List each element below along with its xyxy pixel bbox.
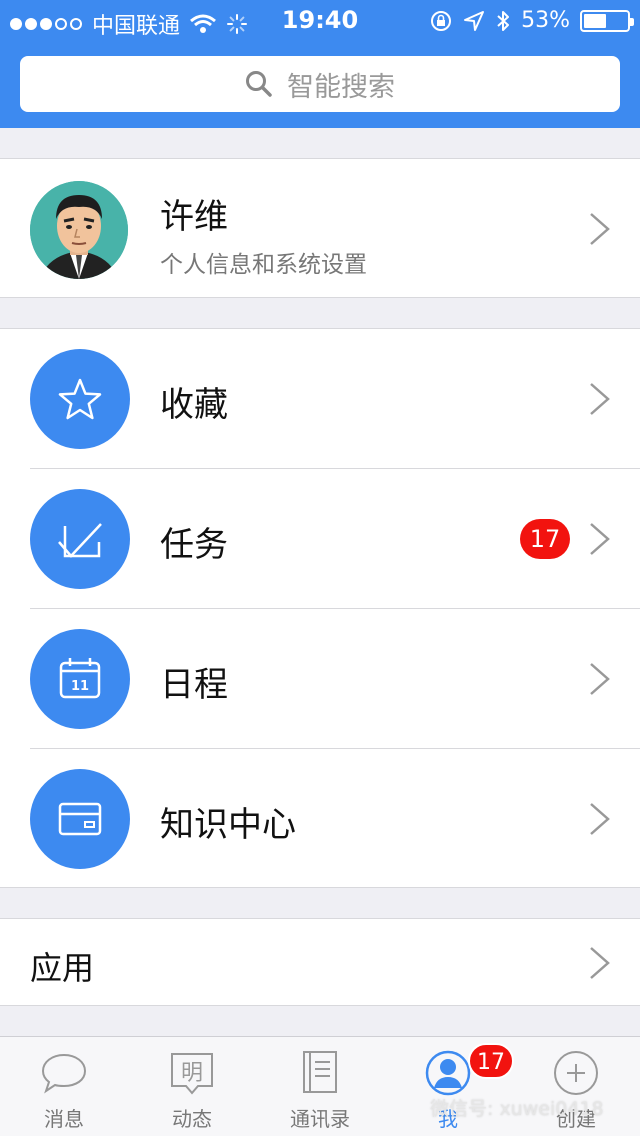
menu-item-label: 收藏	[160, 385, 228, 425]
chat-bubble-icon	[41, 1053, 87, 1094]
menu-item-tasks[interactable]: 任务 17	[0, 469, 640, 609]
menu-item-schedule[interactable]: 11 日程	[0, 609, 640, 749]
menu-item-label: 日程	[160, 665, 228, 705]
chevron-right-icon	[590, 803, 610, 835]
tab-feed[interactable]: 明 动态	[128, 1037, 256, 1136]
star-icon	[30, 349, 130, 449]
tab-create[interactable]: 创建	[512, 1037, 640, 1136]
chevron-right-icon	[590, 947, 610, 979]
calendar-day-label: 11	[71, 679, 89, 694]
card-icon	[30, 769, 130, 869]
chevron-right-icon	[590, 213, 610, 245]
tab-label: 消息	[44, 1107, 84, 1131]
tab-bar: 消息 明 动态 通讯录 我 17 创建	[0, 1036, 640, 1136]
person-icon	[425, 1050, 471, 1096]
battery-percent: 53%	[521, 8, 570, 33]
location-arrow-icon	[464, 10, 485, 31]
search-icon	[246, 71, 272, 97]
tab-me[interactable]: 我 17	[384, 1037, 514, 1136]
me-tab-badge: 17	[468, 1043, 514, 1079]
contacts-book-icon	[303, 1051, 337, 1093]
menu-item-knowledge-center[interactable]: 知识中心	[0, 749, 640, 889]
task-check-icon	[30, 489, 130, 589]
battery-icon	[580, 9, 634, 32]
profile-row[interactable]: 许维 个人信息和系统设置	[0, 158, 640, 298]
menu-list: 收藏 任务 17 11 日程 知识中心	[0, 328, 640, 888]
search-input[interactable]: 智能搜索	[20, 56, 620, 112]
rotation-lock-icon	[431, 10, 452, 31]
profile-name: 许维	[160, 197, 228, 237]
feed-icon-glyph: 明	[181, 1061, 203, 1086]
tab-label: 通讯录	[290, 1107, 350, 1131]
search-placeholder: 智能搜索	[287, 71, 395, 103]
wechat-watermark: 微信号: xuwei0418	[430, 1098, 604, 1120]
bluetooth-icon	[497, 10, 510, 31]
menu-item-label: 任务	[160, 525, 228, 565]
avatar	[30, 181, 128, 279]
tasks-count-badge: 17	[520, 519, 570, 559]
feed-icon: 明	[171, 1053, 213, 1095]
apps-row[interactable]: 应用	[0, 918, 640, 1006]
profile-subtitle: 个人信息和系统设置	[160, 252, 367, 278]
header-bar: 中国联通 19:40 53% 智能搜索	[0, 0, 640, 128]
status-bar: 中国联通 19:40 53%	[0, 0, 640, 40]
chevron-right-icon	[590, 663, 610, 695]
tab-messages[interactable]: 消息	[0, 1037, 128, 1136]
menu-item-label: 知识中心	[160, 805, 296, 845]
chevron-right-icon	[590, 383, 610, 415]
menu-item-favorites[interactable]: 收藏	[0, 329, 640, 469]
calendar-icon: 11	[30, 629, 130, 729]
chevron-right-icon	[590, 523, 610, 555]
tab-label: 动态	[172, 1107, 212, 1131]
tab-contacts[interactable]: 通讯录	[256, 1037, 384, 1136]
apps-label: 应用	[30, 949, 95, 987]
plus-circle-icon	[554, 1051, 598, 1095]
